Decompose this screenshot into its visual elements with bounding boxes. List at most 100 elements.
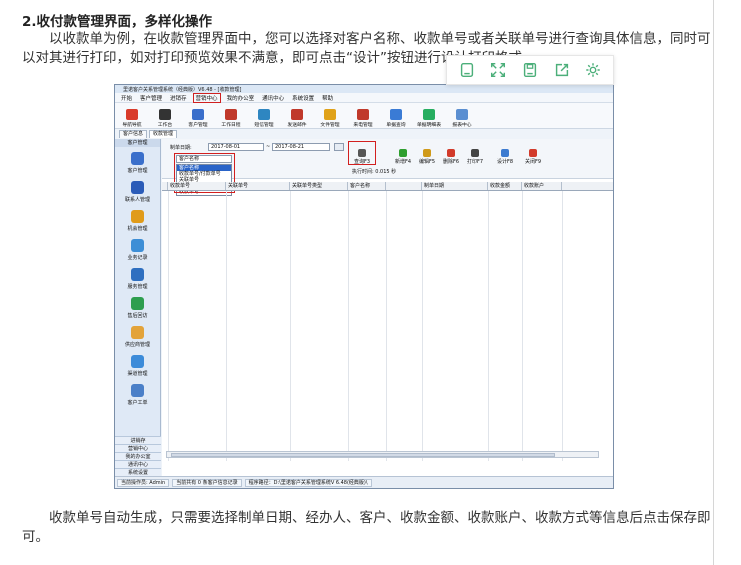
sidebar-section[interactable]: 系统设置 (115, 468, 161, 476)
filter-button-label: 新增F4 (394, 159, 412, 165)
menu-item[interactable]: 系统设置 (290, 94, 316, 102)
closing-text: 收款单号自动生成，只需要选择制单日期、经办人、客户、收款金额、收款账户、收款方式… (22, 510, 711, 545)
grid-column-line (226, 191, 227, 461)
save-icon[interactable] (519, 59, 541, 81)
filter-button[interactable]: 编辑F5 (414, 141, 440, 165)
sidebar-item-label: 联系人管理 (124, 197, 150, 203)
grid-column-line (168, 191, 169, 461)
filter-button[interactable]: 设计F8 (492, 141, 518, 165)
toolbar-label: 工作台 (157, 123, 173, 128)
sidebar-item-label: 供应商管理 (124, 342, 150, 348)
toolbar-icon (456, 109, 468, 120)
sidebar-section[interactable]: 我的办公室 (115, 452, 161, 460)
share-icon[interactable] (551, 59, 573, 81)
grid-column-header[interactable]: 关联单号 (226, 182, 290, 190)
sidebar-icon (131, 297, 144, 310)
sidebar-item-label: 业务记录 (127, 255, 148, 261)
grid-column-header[interactable]: 制单日期 (422, 182, 488, 190)
menu-item[interactable]: 帮助 (320, 94, 335, 102)
date-label: 制单日期: (170, 145, 192, 151)
floating-toolbar (446, 55, 614, 85)
sidebar-header: 客户管理 (115, 139, 160, 147)
toolbar-button[interactable]: 文件管理 (315, 109, 345, 128)
menu-item[interactable]: 营销中心 (192, 92, 221, 103)
filter-button[interactable]: 关闭F9 (520, 141, 546, 165)
copy-icon[interactable] (456, 59, 478, 81)
grid-body (162, 191, 613, 461)
toolbar-label: 来电管理 (353, 123, 373, 128)
sidebar-section[interactable]: 进销存 (115, 436, 161, 444)
sidebar-section[interactable]: 营销中心 (115, 444, 161, 452)
grid-header: 收款单号 关联单号 关联单号类型 客户名称 制单日期 收款金额 收款账户 (162, 182, 613, 191)
date-to-input[interactable]: 2017-08-21 (272, 143, 330, 151)
closing-paragraph: 收款单号自动生成，只需要选择制单日期、经办人、客户、收款金额、收款账户、收款方式… (22, 509, 712, 547)
sidebar-item[interactable]: 业务记录 (115, 234, 160, 263)
sidebar-item[interactable]: 售后回访 (115, 292, 160, 321)
toolbar-label: 短信管理 (254, 123, 274, 128)
filter-button[interactable]: 删除F6 (438, 141, 464, 165)
grid-column-header[interactable]: 客户名称 (348, 182, 386, 190)
toolbar-button[interactable]: 短信管理 (249, 109, 279, 128)
tab-customer-info[interactable]: 客户信息 (119, 130, 148, 138)
calendar-icon[interactable] (334, 143, 344, 151)
date-from-input[interactable]: 2017-08-01 (208, 143, 264, 151)
scrollbar-thumb[interactable] (171, 453, 555, 457)
toolbar-button[interactable]: 报表中心 (447, 109, 477, 128)
menu-item[interactable]: 通讯中心 (260, 94, 286, 102)
grid-column-header[interactable]: 收款账户 (522, 182, 562, 190)
toolbar-button[interactable]: 客户管理 (183, 109, 213, 128)
grid-column-header[interactable] (386, 182, 422, 190)
menu-item[interactable]: 进销存 (168, 94, 189, 102)
toolbar-button[interactable]: 工作日程 (216, 109, 246, 128)
toolbar-button[interactable]: 单据明细表 (414, 109, 444, 128)
toolbar-icon (126, 109, 138, 120)
toolbar-button[interactable]: 单据查询 (381, 109, 411, 128)
sidebar-icon (131, 384, 144, 397)
toolbar-label: 文件管理 (320, 123, 340, 128)
sidebar-item[interactable]: 客户管理 (115, 147, 160, 176)
filter-button[interactable]: 打印F7 (462, 141, 488, 165)
horizontal-scrollbar[interactable] (166, 451, 599, 458)
toolbar-icon (291, 109, 303, 120)
sidebar-item[interactable]: 机会管理 (115, 205, 160, 234)
toolbar-button[interactable]: 来电管理 (348, 109, 378, 128)
sidebar-item-label: 机会管理 (127, 226, 148, 232)
sidebar-item-label: 客户工单 (127, 400, 148, 406)
sidebar-icon (131, 210, 144, 223)
toolbar-label: 工作日程 (221, 123, 241, 128)
tab-receipt-management[interactable]: 收款管理 (149, 130, 178, 138)
settings-icon[interactable] (582, 59, 604, 81)
sidebar-icon (131, 239, 144, 252)
grid-column-line (422, 191, 423, 461)
sidebar-item[interactable]: 服务管理 (115, 263, 160, 292)
expand-icon[interactable] (487, 59, 509, 81)
menu-item[interactable]: 开始 (119, 94, 134, 102)
sidebar-item[interactable]: 客户工单 (115, 379, 160, 408)
filter-button-icon (501, 149, 509, 157)
sidebar-icon (131, 355, 144, 368)
sidebar-item[interactable]: 联系人管理 (115, 176, 160, 205)
toolbar-icon (192, 109, 204, 120)
sidebar-icon (131, 326, 144, 339)
grid-column-header[interactable]: 收款单号 (168, 182, 226, 190)
grid-column-header[interactable]: 收款金额 (488, 182, 522, 190)
sidebar-item-label: 客户管理 (127, 168, 148, 174)
menu-item[interactable]: 客户管理 (138, 94, 164, 102)
filter-button-label: 打印F7 (466, 159, 484, 165)
menu-item[interactable]: 我的办公室 (225, 94, 257, 102)
app-sidebar: 客户管理 客户管理联系人管理机会管理业务记录服务管理售后回访供应商管理渠道管理客… (115, 139, 161, 476)
filter-button[interactable]: 新增F4 (390, 141, 416, 165)
grid-column-header[interactable]: 关联单号类型 (290, 182, 348, 190)
grid-column-line (386, 191, 387, 461)
toolbar-button[interactable]: 发送邮件 (282, 109, 312, 128)
filter-button-icon (447, 149, 455, 157)
sidebar-item-label: 服务管理 (127, 284, 148, 290)
app-toolbar: 导航导航 工作台 客户管理 工作日程 短信管理 发送邮件 文件管理 来电管理 单据查询 单据明细表… (115, 103, 613, 129)
sidebar-section[interactable]: 通讯中心 (115, 460, 161, 468)
toolbar-icon (258, 109, 270, 120)
sidebar-item[interactable]: 渠道管理 (115, 350, 160, 379)
toolbar-button[interactable]: 工作台 (150, 109, 180, 128)
toolbar-button[interactable]: 导航导航 (117, 109, 147, 128)
filter-button-icon (471, 149, 479, 157)
sidebar-item[interactable]: 供应商管理 (115, 321, 160, 350)
